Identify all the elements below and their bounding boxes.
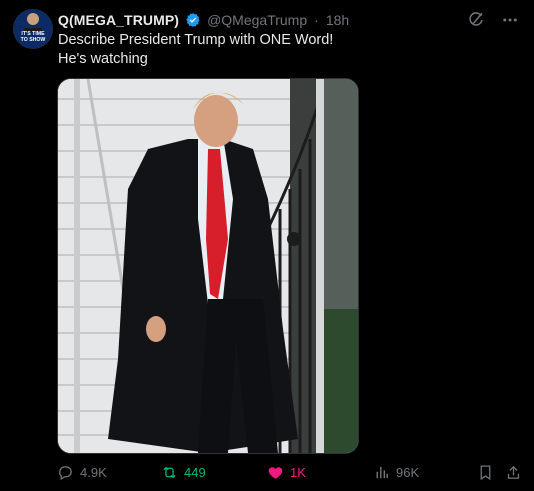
bookmark-icon [480, 464, 491, 480]
header-actions [466, 10, 520, 30]
avatar[interactable]: IT'S TIME TO SHOW [13, 9, 53, 49]
post-text-line-2: He's watching [58, 51, 148, 67]
post-text: Describe President Trump with ONE Word! … [58, 31, 498, 69]
separator-dot: · [314, 12, 319, 28]
post-card[interactable]: IT'S TIME TO SHOW Q(MEGA_TRUMP) @QMegaTr… [0, 0, 534, 491]
share-icon [507, 465, 520, 479]
reply-count: 4.9K [80, 464, 107, 480]
views-button[interactable]: 96K [373, 464, 419, 481]
like-count: 1K [290, 464, 306, 480]
author-handle[interactable]: @QMegaTrump [207, 12, 307, 28]
verified-badge-icon [185, 12, 201, 28]
action-bar: 4.9K 449 1K 96K [57, 462, 523, 482]
repost-count: 449 [184, 464, 206, 480]
post-time[interactable]: 18h [326, 12, 349, 28]
heart-icon [268, 466, 283, 479]
post-photo[interactable] [57, 78, 359, 454]
author-name[interactable]: Q(MEGA_TRUMP) [58, 12, 179, 28]
more-icon[interactable] [500, 10, 520, 30]
repost-icon [163, 466, 176, 478]
reply-button[interactable]: 4.9K [57, 464, 107, 481]
reply-icon [59, 465, 72, 480]
bookmark-button[interactable] [477, 464, 494, 481]
views-count: 96K [396, 464, 420, 480]
share-button[interactable] [505, 464, 522, 481]
avatar-text-2: TO SHOW [21, 37, 46, 43]
post-header: Q(MEGA_TRUMP) @QMegaTrump · 18h [58, 10, 349, 30]
repost-button[interactable]: 449 [161, 464, 206, 481]
post-text-line-1: Describe President Trump with ONE Word! [58, 32, 334, 48]
views-icon [376, 466, 388, 478]
like-button[interactable]: 1K [267, 464, 306, 481]
grok-icon[interactable] [466, 10, 486, 30]
